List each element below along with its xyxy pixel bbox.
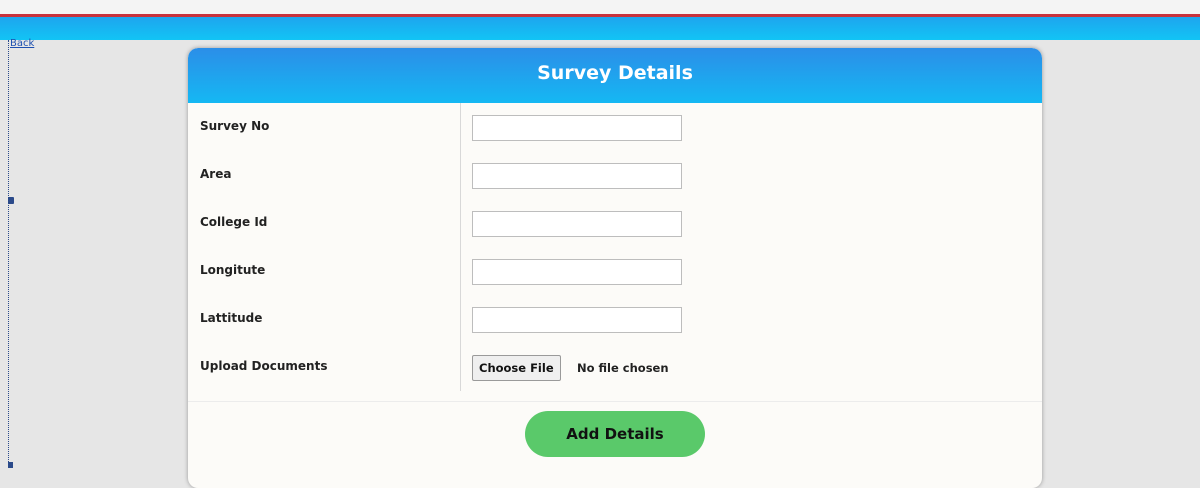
label-cell: College Id [188,199,461,247]
resize-handle-left[interactable] [8,197,14,204]
form-row-college-id: College Id [188,199,1042,247]
college-id-input[interactable] [472,211,682,237]
input-cell [461,103,1042,151]
form-title: Survey Details [188,48,1042,103]
form-table: Survey No Area College Id Longitute Latt… [188,103,1042,391]
file-status-text: No file chosen [577,361,669,375]
input-cell [461,295,1042,343]
selection-border [8,40,9,468]
form-divider [188,401,1042,402]
longitude-input[interactable] [472,259,682,285]
survey-form-card: Survey Details Survey No Area College Id [188,48,1042,488]
longitude-label: Longitute [200,263,266,277]
form-row-survey-no: Survey No [188,103,1042,151]
nav-strip: Back [0,17,1200,49]
input-cell [461,151,1042,199]
choose-file-button[interactable]: Choose File [472,355,561,381]
upload-documents-label: Upload Documents [200,359,328,373]
area-input[interactable] [472,163,682,189]
label-cell: Upload Documents [188,343,461,391]
area-label: Area [200,167,232,181]
survey-no-input[interactable] [472,115,682,141]
label-cell: Area [188,151,461,199]
label-cell: Lattitude [188,295,461,343]
college-id-label: College Id [200,215,268,229]
label-cell: Longitute [188,247,461,295]
form-row-longitude: Longitute [188,247,1042,295]
input-cell [461,199,1042,247]
label-cell: Survey No [188,103,461,151]
latitude-input[interactable] [472,307,682,333]
form-row-area: Area [188,151,1042,199]
back-link[interactable]: Back [10,38,34,49]
form-row-upload: Upload Documents Choose File No file cho… [188,343,1042,391]
resize-handle-bottom-left[interactable] [8,462,13,468]
input-cell: Choose File No file chosen [461,343,1042,391]
add-details-button[interactable]: Add Details [525,411,705,457]
latitude-label: Lattitude [200,311,263,325]
input-cell [461,247,1042,295]
survey-no-label: Survey No [200,119,270,133]
form-row-latitude: Lattitude [188,295,1042,343]
